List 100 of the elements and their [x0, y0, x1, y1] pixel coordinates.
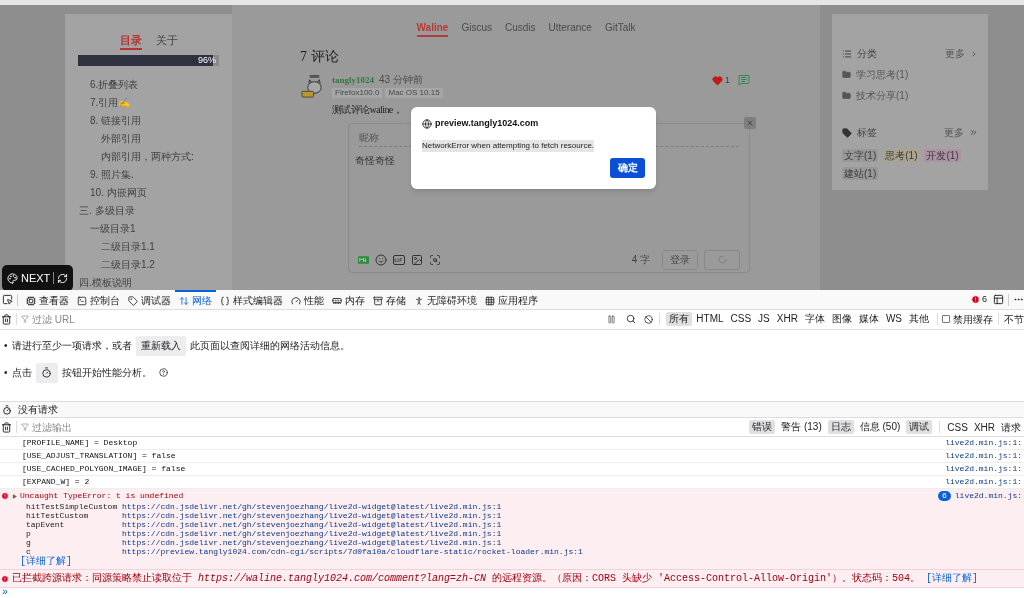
picker-icon[interactable]: [2, 294, 13, 306]
emoji-icon[interactable]: [375, 253, 387, 266]
toc-link[interactable]: 9. 照片集.: [90, 169, 134, 181]
toc-link[interactable]: 外部引用: [101, 133, 141, 145]
source-link[interactable]: live2d.min.js:1:: [945, 463, 1022, 475]
refresh-icon[interactable]: [57, 272, 69, 284]
type-filter[interactable]: XHR: [773, 312, 801, 327]
devtools-tab[interactable]: 应用程序: [481, 290, 542, 310]
source-link[interactable]: live2d.min.js:1:: [945, 476, 1022, 488]
search-icon[interactable]: [626, 314, 637, 325]
type-filter[interactable]: CSS: [944, 419, 971, 435]
toc-link[interactable]: 二级目录1.1: [101, 241, 155, 253]
clear-icon[interactable]: [1, 313, 12, 325]
stack-function: hitTestCustom: [26, 511, 90, 520]
type-filter[interactable]: 字体: [801, 312, 828, 327]
console-filter-field[interactable]: 过滤输出: [32, 419, 750, 435]
console-prompt[interactable]: »: [0, 588, 8, 598]
close-icon: [746, 118, 754, 127]
learn-more-link[interactable]: [详细了解]: [20, 556, 72, 568]
type-filter[interactable]: HTML: [693, 312, 727, 327]
type-filter[interactable]: 请求: [998, 419, 1024, 435]
devtools-tab[interactable]: 无障碍环境: [410, 290, 481, 310]
gif-icon[interactable]: [393, 253, 405, 266]
source-link[interactable]: live2d.min.js:: [954, 490, 1022, 502]
devtools-tab[interactable]: 内存: [328, 290, 369, 310]
type-filter[interactable]: 图像: [828, 312, 855, 327]
level-filter[interactable]: 信息 (50): [856, 420, 904, 435]
toc-link[interactable]: 三. 多级目录: [79, 205, 135, 217]
type-filter[interactable]: CSS: [727, 312, 755, 327]
toc-link[interactable]: 一级目录1: [90, 223, 136, 235]
ok-button[interactable]: 确定: [610, 157, 645, 178]
stack-url[interactable]: https://cdn.jsdelivr.net/gh/stevenjoezhang/live2d-widget@latest/live2d.min.js:1: [122, 529, 502, 538]
help-icon[interactable]: [158, 368, 168, 378]
toc-link[interactable]: 四.模板说明: [79, 277, 132, 289]
type-filter[interactable]: XHR: [970, 419, 998, 435]
reload-button[interactable]: 重新载入: [135, 335, 186, 356]
toc-link[interactable]: 7.引用✍: [90, 97, 131, 109]
level-filter[interactable]: 调试: [906, 420, 933, 435]
close-button[interactable]: [744, 116, 756, 129]
stack-url[interactable]: https://cdn.jsdelivr.net/gh/stevenjoezhang/live2d-widget@latest/live2d.min.js:1: [122, 538, 502, 547]
type-filter[interactable]: JS: [755, 312, 773, 327]
tag-icon: [842, 127, 852, 138]
url-filter-field[interactable]: 过滤 URL: [32, 311, 608, 327]
tag-chip[interactable]: 建站(1): [842, 167, 879, 180]
type-filter[interactable]: 其他: [906, 312, 932, 327]
level-filter[interactable]: 错误: [749, 420, 776, 435]
toc-link[interactable]: 10. 内嵌网页: [90, 187, 147, 199]
error-message: 已拦截跨源请求：同源策略禁止读取位于 https://waline.tangly1024.com/comment?lang=zh-CN 的远程资源。（原因：CORS 头缺少 'Access-Control-Allow-Origin'）。状态码：504。: [12, 571, 921, 586]
globe-icon: [422, 118, 432, 129]
throttle-select[interactable]: 不节: [1004, 311, 1024, 327]
checkbox[interactable]: [942, 315, 950, 324]
devtools-tab[interactable]: 控制台: [73, 290, 124, 310]
stack-url[interactable]: https://cdn.jsdelivr.net/gh/stevenjoezhang/live2d-widget@latest/live2d.min.js:1: [122, 520, 502, 529]
folder-icon: [842, 91, 851, 100]
person-icon: [414, 295, 424, 306]
log-message: [EXPAND_W] = 2: [22, 476, 90, 488]
toc-link[interactable]: 6.折叠列表: [90, 79, 139, 91]
word-count: 4 字: [631, 253, 650, 267]
stack-url[interactable]: https://cdn.jsdelivr.net/gh/stevenjoezhang/live2d-widget@latest/live2d.min.js:1: [122, 511, 502, 520]
profile-button[interactable]: [35, 362, 58, 383]
level-filter[interactable]: 日志: [827, 420, 854, 435]
chevron-icon: [970, 49, 978, 58]
stack-url[interactable]: https://preview.tangly1024.com/cdn-cgi/scripts/7d0fa10a/cloudflare-static/rocket-loader.min.js:1: [122, 547, 583, 556]
preview-icon[interactable]: [429, 253, 441, 266]
pause-icon[interactable]: [607, 314, 617, 324]
login-button[interactable]: 登录: [662, 249, 698, 270]
toc-link[interactable]: 8. 链接引用: [90, 115, 142, 127]
devtools-tab[interactable]: 网络: [175, 290, 216, 310]
arrows-icon: [179, 295, 189, 306]
type-filter[interactable]: 所有: [666, 312, 693, 327]
error-icon: [971, 295, 980, 305]
devtools-tab[interactable]: 调试器: [124, 290, 175, 310]
toc-tab[interactable]: 关于: [155, 33, 178, 50]
stack-url[interactable]: https://cdn.jsdelivr.net/gh/stevenjoezhang/live2d-widget@latest/live2d.min.js:1: [122, 502, 502, 511]
error-icon: [1, 492, 9, 500]
hint-text: 此页面以查阅详细的网络活动信息。: [189, 339, 350, 354]
block-icon[interactable]: [644, 314, 654, 324]
log-message: [USE_CACHED_POLYGON_IMAGE] = false: [22, 463, 186, 475]
type-filter[interactable]: 媒体: [855, 312, 882, 327]
tag-chip[interactable]: 文字(1): [842, 149, 879, 162]
learn-more-link[interactable]: [详细了解]: [926, 571, 979, 586]
devtools-tab[interactable]: 存储: [369, 290, 410, 310]
tag-chip[interactable]: 开发(1): [924, 149, 961, 162]
devtools-tab[interactable]: 查看器: [22, 290, 73, 310]
devtools-tab[interactable]: 样式编辑器: [216, 290, 287, 310]
image-icon[interactable]: [411, 253, 423, 266]
checkbox-label: 禁用缓存: [953, 312, 993, 327]
level-filter[interactable]: 警告 (13): [778, 420, 825, 435]
palette-icon[interactable]: [7, 272, 18, 284]
source-link[interactable]: live2d.min.js:1:: [945, 437, 1022, 449]
toc-link[interactable]: 内部引用，两种方式:: [101, 151, 194, 163]
expand-icon[interactable]: [12, 493, 17, 499]
tag-chip[interactable]: 思考(1): [883, 149, 920, 162]
source-link[interactable]: live2d.min.js:1:: [945, 450, 1022, 462]
devtools-tab[interactable]: 性能: [287, 290, 328, 310]
repeat-count: 6: [937, 491, 951, 501]
layout-icon[interactable]: [993, 294, 1004, 306]
type-filter[interactable]: WS: [882, 312, 905, 327]
toc-link[interactable]: 二级目录1.2: [101, 259, 155, 271]
clear-icon[interactable]: [1, 421, 12, 433]
